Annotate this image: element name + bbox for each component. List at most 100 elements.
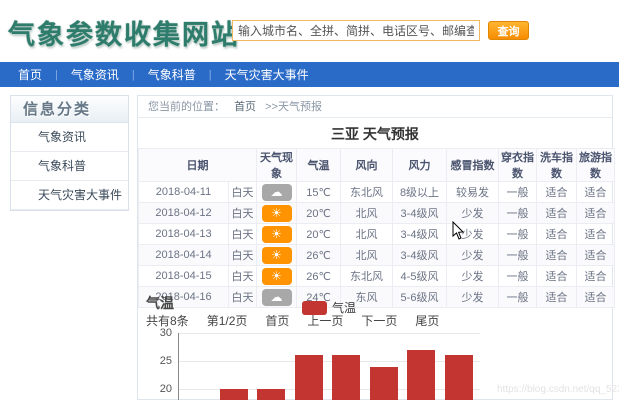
cell-date: 2018-04-14 [138, 244, 229, 266]
cell-travel-index: 适合 [576, 181, 615, 203]
y-axis-line [178, 333, 179, 400]
weather-table-body: 2018-04-11 白天 ☁ 15℃ 东北风 8级以上 较易发 一般 适合 适合 2018-04-… [138, 181, 615, 308]
cell-wind-force: 3-4级风 [392, 223, 447, 245]
sidebar-item-disaster[interactable]: 天气灾害大事件 [11, 181, 128, 210]
col-header-travel-index: 旅游指数 [576, 148, 615, 182]
breadcrumb-home-link[interactable]: 首页 [234, 101, 256, 113]
cell-travel-index: 适合 [576, 244, 615, 266]
sidebar-item-science[interactable]: 气象科普 [11, 152, 128, 181]
cell-travel-index: 适合 [576, 223, 615, 245]
cloud-icon: ☁ [261, 183, 292, 201]
cell-daypart: 白天 [228, 202, 257, 224]
cell-daypart: 白天 [228, 244, 257, 266]
cell-wash-index: 适合 [536, 244, 577, 266]
cell-temperature: 15℃ [296, 181, 341, 203]
cell-weather-icon: ☀ [256, 265, 297, 287]
cell-wind-direction: 东北风 [340, 265, 393, 287]
cell-wash-index: 适合 [536, 181, 577, 203]
cell-dress-index: 一般 [498, 265, 537, 287]
legend-swatch[interactable] [301, 300, 327, 315]
table-header-row: 日期 天气现象 气温 风向 风力 感冒指数 穿衣指数 洗车指数 旅游指数 [138, 148, 615, 182]
cell-date: 2018-04-12 [138, 202, 229, 224]
nav-item-news[interactable]: 气象资讯 [71, 66, 119, 83]
cell-daypart: 白天 [228, 181, 257, 203]
sidebar-title: 信息分类 [11, 96, 128, 123]
cell-wind-direction: 北风 [340, 244, 393, 266]
sidebar-item-news[interactable]: 气象资讯 [11, 123, 128, 152]
cell-temperature: 20℃ [296, 202, 341, 224]
col-header-dress-index: 穿衣指数 [498, 148, 537, 182]
cell-date: 2018-04-11 [138, 181, 229, 203]
cell-dress-index: 一般 [498, 181, 537, 203]
cell-date: 2018-04-15 [138, 265, 229, 287]
temperature-bar [294, 355, 323, 400]
content-area: 信息分类 气象资讯 气象科普 天气灾害大事件 您当前的位置： 首页 >>天气预报… [0, 95, 619, 400]
cell-weather-icon: ☁ [256, 181, 297, 203]
sun-icon: ☀ [261, 267, 292, 285]
site-header: 气象参数收集网站 查询 [0, 0, 619, 60]
cell-dress-index: 一般 [498, 223, 537, 245]
col-header-temp: 气温 [296, 148, 341, 182]
search-input[interactable] [232, 20, 480, 41]
temperature-bar [369, 366, 398, 400]
cell-wind-direction: 北风 [340, 223, 393, 245]
watermark-text: https://blog.csdn.net/qq_52311762 [497, 384, 619, 395]
main-panel: 您当前的位置： 首页 >>天气预报 三亚 天气预报 日期 天气现象 气温 风向 [137, 95, 615, 400]
mouse-cursor [452, 221, 465, 240]
nav-item-disaster[interactable]: 天气灾害大事件 [225, 66, 309, 83]
chart-title: 气温 [146, 295, 174, 311]
site-logo[interactable]: 气象参数收集网站 [8, 13, 240, 52]
table-row: 2018-04-11 白天 ☁ 15℃ 东北风 8级以上 较易发 一般 适合 适合 [138, 181, 615, 203]
cell-cold-index: 较易发 [446, 181, 499, 203]
cell-wash-index: 适合 [536, 223, 577, 245]
breadcrumb-label: 您当前的位置： [148, 101, 225, 113]
nav-separator: | [208, 68, 212, 81]
col-header-phenomenon: 天气现象 [256, 148, 297, 182]
cell-temperature: 26℃ [296, 265, 341, 287]
cell-travel-index: 适合 [576, 202, 615, 224]
cell-wash-index: 适合 [536, 265, 577, 287]
cell-weather-icon: ☀ [256, 223, 297, 245]
cell-dress-index: 一般 [498, 244, 537, 266]
cell-cold-index: 少发 [446, 265, 499, 287]
cell-wind-force: 3-4级风 [392, 244, 447, 266]
chart-plot-area: 30 25 20 [160, 327, 480, 400]
col-header-wash-index: 洗车指数 [536, 148, 577, 182]
cell-cold-index: 少发 [446, 244, 499, 266]
col-header-wind-force: 风力 [392, 148, 447, 182]
cell-daypart: 白天 [228, 223, 257, 245]
cell-wind-force: 8级以上 [392, 181, 447, 203]
y-axis-tick-label: 25 [159, 355, 172, 367]
temperature-bar [219, 389, 248, 400]
gridline [178, 333, 480, 334]
table-row: 2018-04-13 白天 ☀ 20℃ 北风 3-4级风 少发 一般 适合 适合 [138, 223, 615, 245]
legend-label: 气温 [331, 301, 356, 315]
table-row: 2018-04-14 白天 ☀ 26℃ 北风 3-4级风 少发 一般 适合 适合 [138, 244, 615, 266]
table-row: 2018-04-15 白天 ☀ 26℃ 东北风 4-5级风 少发 一般 适合 适合 [138, 265, 615, 287]
nav-separator: | [55, 68, 58, 81]
nav-separator: | [131, 68, 135, 81]
cell-wind-direction: 东北风 [340, 181, 393, 203]
cell-daypart: 白天 [228, 265, 257, 287]
search-button[interactable]: 查询 [488, 21, 529, 40]
main-nav: 首页 | 气象资讯 | 气象科普 | 天气灾害大事件 [0, 62, 619, 87]
sidebar: 信息分类 气象资讯 气象科普 天气灾害大事件 [10, 95, 129, 211]
cell-weather-icon: ☀ [256, 244, 297, 266]
col-header-wind-dir: 风向 [340, 148, 393, 182]
cell-temperature: 26℃ [296, 244, 341, 266]
weather-site-page: 气象参数收集网站 查询 首页 | 气象资讯 | 气象科普 | 天气灾害大事件 信… [0, 0, 619, 400]
nav-item-science[interactable]: 气象科普 [148, 66, 196, 83]
temperature-bar [444, 355, 473, 400]
cell-wind-direction: 北风 [340, 202, 393, 224]
cell-temperature: 20℃ [296, 223, 341, 245]
sun-icon: ☀ [261, 246, 292, 264]
weather-forecast-table: 日期 天气现象 气温 风向 风力 感冒指数 穿衣指数 洗车指数 旅游指数 201… [138, 148, 615, 308]
cell-date: 2018-04-13 [138, 223, 229, 245]
cell-wind-force: 3-4级风 [392, 202, 447, 224]
table-row: 2018-04-12 白天 ☀ 20℃ 北风 3-4级风 少发 一般 适合 适合 [138, 202, 615, 224]
temperature-bar [257, 389, 285, 400]
nav-item-home[interactable]: 首页 [18, 66, 42, 83]
col-header-date: 日期 [138, 148, 257, 182]
cell-wind-force: 4-5级风 [392, 265, 447, 287]
col-header-cold-index: 感冒指数 [446, 148, 499, 182]
